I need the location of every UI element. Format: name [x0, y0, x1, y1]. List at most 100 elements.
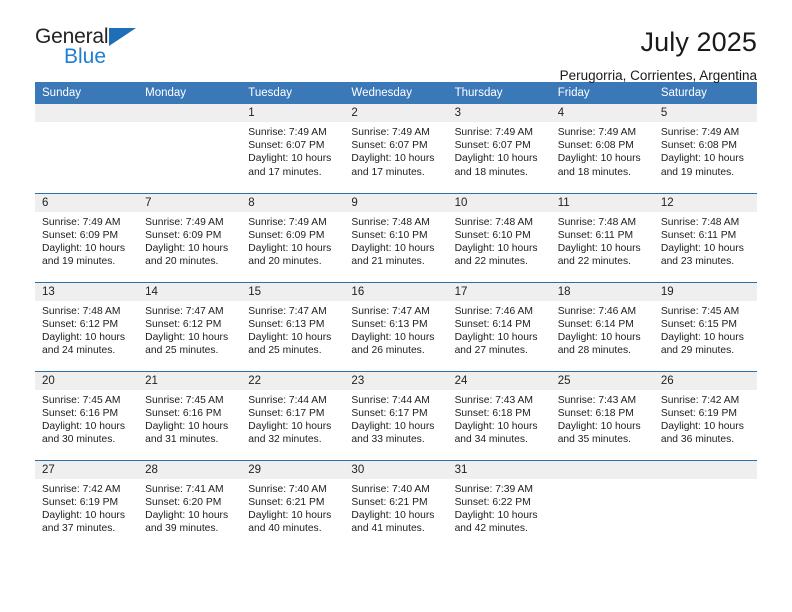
page-header: General Blue July 2025 Perugorria, Corri… — [35, 0, 757, 83]
daylight-text-line2: and 36 minutes. — [660, 434, 735, 446]
calendar-day-cell[interactable]: 18 Sunrise: 7:46 AM Sunset: 6:14 PM Dayligh… — [550, 281, 654, 371]
daylight-text-line1: Daylight: 10 hours — [42, 509, 125, 521]
calendar-day-cell[interactable]: 14 Sunrise: 7:47 AM Sunset: 6:12 PM Dayligh… — [138, 281, 242, 371]
day-number: 1 — [241, 104, 345, 122]
calendar-day-cell[interactable]: 27 Sunrise: 7:42 AM Sunset: 6:19 PM Dayligh… — [35, 459, 139, 549]
calendar-day-cell[interactable]: 16 Sunrise: 7:47 AM Sunset: 6:13 PM Dayligh… — [344, 281, 448, 371]
sunrise-text: Sunrise: 7:49 AM — [42, 216, 121, 228]
day-number: 15 — [241, 282, 345, 301]
calendar-day-cell[interactable]: 30 Sunrise: 7:40 AM Sunset: 6:21 PM Dayligh… — [344, 459, 448, 549]
sunrise-text: Sunrise: 7:47 AM — [351, 305, 430, 317]
calendar-day-cell[interactable]: 13 Sunrise: 7:48 AM Sunset: 6:12 PM Dayligh… — [35, 281, 139, 371]
day-details: Sunrise: 7:42 AM Sunset: 6:19 PM Daylight:… — [654, 390, 757, 447]
calendar-day-cell[interactable]: 6 Sunrise: 7:49 AM Sunset: 6:09 PM Daylight… — [35, 192, 139, 282]
calendar-day-cell-empty — [138, 104, 242, 193]
daylight-text-line1: Daylight: 10 hours — [454, 242, 538, 254]
sunset-text: Sunset: 6:09 PM — [42, 229, 119, 241]
day-details: Sunrise: 7:44 AM Sunset: 6:17 PM Daylight:… — [241, 390, 344, 447]
daylight-text-line1: Daylight: 10 hours — [248, 509, 332, 521]
calendar-day-cell[interactable]: 26 Sunrise: 7:42 AM Sunset: 6:19 PM Dayligh… — [653, 370, 757, 460]
weekday-header-monday: Monday — [138, 82, 242, 104]
day-details: Sunrise: 7:48 AM Sunset: 6:12 PM Daylight:… — [35, 301, 138, 358]
calendar-day-cell-empty — [35, 104, 139, 193]
day-number: 9 — [344, 193, 448, 212]
calendar-day-cell[interactable]: 24 Sunrise: 7:43 AM Sunset: 6:18 PM Dayligh… — [447, 370, 551, 460]
sunrise-sunset-calendar: Sunday Monday Tuesday Wednesday Thursday… — [35, 82, 757, 549]
daylight-text-line2: and 30 minutes. — [42, 434, 116, 446]
day-details: Sunrise: 7:49 AM Sunset: 6:09 PM Daylight:… — [138, 212, 241, 269]
daylight-text-line2: and 18 minutes. — [557, 166, 631, 178]
sunrise-text: Sunrise: 7:49 AM — [248, 127, 327, 138]
day-details: Sunrise: 7:46 AM Sunset: 6:14 PM Daylight:… — [448, 301, 551, 358]
calendar-day-cell[interactable]: 15 Sunrise: 7:47 AM Sunset: 6:13 PM Dayligh… — [241, 281, 345, 371]
calendar-day-cell[interactable]: 23 Sunrise: 7:44 AM Sunset: 6:17 PM Dayligh… — [344, 370, 448, 460]
daylight-text-line2: and 42 minutes. — [454, 523, 528, 535]
daylight-text-line1: Daylight: 10 hours — [42, 242, 125, 254]
calendar-day-cell[interactable]: 22 Sunrise: 7:44 AM Sunset: 6:17 PM Dayligh… — [241, 370, 345, 460]
day-number: 28 — [138, 460, 242, 479]
calendar-day-cell[interactable]: 21 Sunrise: 7:45 AM Sunset: 6:16 PM Dayligh… — [138, 370, 242, 460]
sunset-text: Sunset: 6:10 PM — [454, 229, 531, 241]
calendar-day-cell[interactable]: 5 Sunrise: 7:49 AM Sunset: 6:08 PM Daylight… — [653, 104, 757, 193]
day-number: 24 — [447, 371, 551, 390]
day-details: Sunrise: 7:44 AM Sunset: 6:17 PM Daylight:… — [344, 390, 447, 447]
sunset-text: Sunset: 6:19 PM — [660, 407, 737, 419]
calendar-day-cell[interactable]: 29 Sunrise: 7:40 AM Sunset: 6:21 PM Dayligh… — [241, 459, 345, 549]
general-blue-logo[interactable]: General Blue — [35, 26, 165, 76]
calendar-day-cell[interactable]: 28 Sunrise: 7:41 AM Sunset: 6:20 PM Dayligh… — [138, 459, 242, 549]
calendar-day-cell[interactable]: 25 Sunrise: 7:43 AM Sunset: 6:18 PM Dayligh… — [550, 370, 654, 460]
daylight-text-line2: and 29 minutes. — [660, 345, 735, 357]
weekday-header-wednesday: Wednesday — [344, 82, 448, 104]
sunset-text: Sunset: 6:12 PM — [145, 318, 222, 330]
daylight-text-line2: and 37 minutes. — [42, 523, 116, 535]
daylight-text-line1: Daylight: 10 hours — [660, 153, 744, 165]
calendar-week-row: 13 Sunrise: 7:48 AM Sunset: 6:12 PM Dayligh… — [35, 281, 757, 371]
calendar-week-row: 6 Sunrise: 7:49 AM Sunset: 6:09 PM Daylight… — [35, 192, 757, 282]
day-number: 21 — [138, 371, 242, 390]
calendar-day-cell[interactable]: 10 Sunrise: 7:48 AM Sunset: 6:10 PM Dayligh… — [447, 192, 551, 282]
calendar-day-cell[interactable]: 12 Sunrise: 7:48 AM Sunset: 6:11 PM Dayligh… — [653, 192, 757, 282]
day-number: 4 — [550, 104, 654, 122]
daylight-text-line2: and 22 minutes. — [454, 256, 528, 268]
day-number: 5 — [653, 104, 757, 122]
weekday-header-friday: Friday — [550, 82, 654, 104]
calendar-day-cell[interactable]: 17 Sunrise: 7:46 AM Sunset: 6:14 PM Dayligh… — [447, 281, 551, 371]
day-number: 8 — [241, 193, 345, 212]
sunset-text: Sunset: 6:18 PM — [454, 407, 531, 419]
sunrise-text: Sunrise: 7:46 AM — [454, 305, 533, 317]
daylight-text-line1: Daylight: 10 hours — [454, 153, 538, 165]
calendar-day-cell[interactable]: 3 Sunrise: 7:49 AM Sunset: 6:07 PM Daylight… — [447, 104, 551, 193]
calendar-day-cell[interactable]: 19 Sunrise: 7:45 AM Sunset: 6:15 PM Dayligh… — [653, 281, 757, 371]
day-number: 30 — [344, 460, 448, 479]
sunrise-text: Sunrise: 7:42 AM — [660, 394, 740, 406]
calendar-day-cell[interactable]: 11 Sunrise: 7:48 AM Sunset: 6:11 PM Dayligh… — [550, 192, 654, 282]
calendar-day-cell[interactable]: 8 Sunrise: 7:49 AM Sunset: 6:09 PM Daylight… — [241, 192, 345, 282]
calendar-day-cell[interactable]: 7 Sunrise: 7:49 AM Sunset: 6:09 PM Daylight… — [138, 192, 242, 282]
calendar-day-cell[interactable]: 1 Sunrise: 7:49 AM Sunset: 6:07 PM Daylight… — [241, 104, 345, 193]
daylight-text-line2: and 24 minutes. — [42, 345, 116, 357]
day-number — [138, 104, 242, 122]
sunrise-text: Sunrise: 7:47 AM — [145, 305, 224, 317]
daylight-text-line2: and 34 minutes. — [454, 434, 528, 446]
sunset-text: Sunset: 6:17 PM — [351, 407, 428, 419]
day-details: Sunrise: 7:42 AM Sunset: 6:19 PM Daylight:… — [35, 479, 138, 536]
day-details: Sunrise: 7:45 AM Sunset: 6:16 PM Daylight:… — [138, 390, 241, 447]
daylight-text-line2: and 35 minutes. — [557, 434, 631, 446]
calendar-day-cell[interactable]: 31 Sunrise: 7:39 AM Sunset: 6:22 PM Dayligh… — [447, 459, 551, 549]
calendar-day-cell[interactable]: 2 Sunrise: 7:49 AM Sunset: 6:07 PM Daylight… — [344, 104, 448, 193]
day-details: Sunrise: 7:46 AM Sunset: 6:14 PM Daylight:… — [551, 301, 654, 358]
daylight-text-line1: Daylight: 10 hours — [557, 420, 641, 432]
sunset-text: Sunset: 6:21 PM — [351, 496, 428, 508]
calendar-day-cell[interactable]: 4 Sunrise: 7:49 AM Sunset: 6:08 PM Daylight… — [550, 104, 654, 193]
daylight-text-line1: Daylight: 10 hours — [660, 242, 744, 254]
day-details: Sunrise: 7:48 AM Sunset: 6:11 PM Daylight:… — [654, 212, 757, 269]
sunrise-text: Sunrise: 7:49 AM — [248, 216, 327, 228]
day-number: 23 — [344, 371, 448, 390]
daylight-text-line2: and 23 minutes. — [660, 256, 735, 268]
day-number: 3 — [447, 104, 551, 122]
calendar-day-cell[interactable]: 20 Sunrise: 7:45 AM Sunset: 6:16 PM Dayligh… — [35, 370, 139, 460]
calendar-day-cell[interactable]: 9 Sunrise: 7:48 AM Sunset: 6:10 PM Daylight… — [344, 192, 448, 282]
day-details: Sunrise: 7:47 AM Sunset: 6:12 PM Daylight:… — [138, 301, 241, 358]
day-details — [654, 479, 757, 483]
page-subtitle: Perugorria, Corrientes, Argentina — [559, 68, 757, 84]
